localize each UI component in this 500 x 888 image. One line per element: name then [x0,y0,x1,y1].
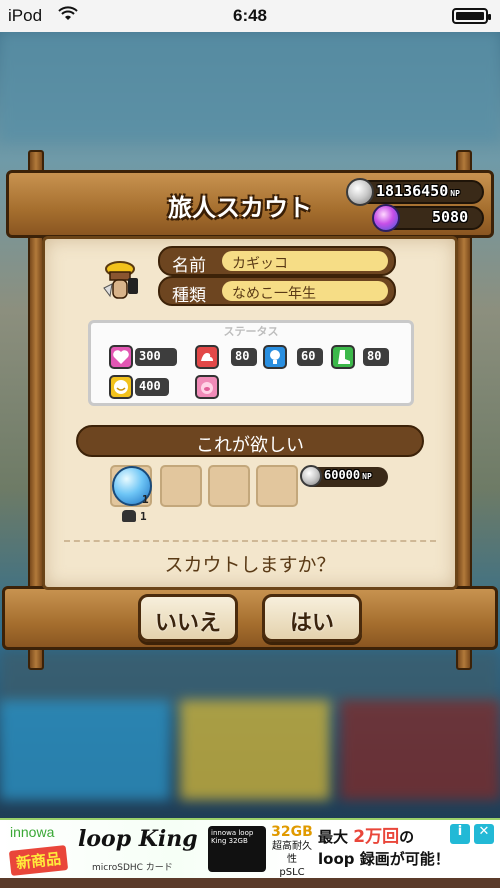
ad-product-sub: microSDHC カード [92,863,173,873]
ad-headline-2: loop 録画が可能！ [318,850,450,868]
price-coin-icon [300,465,322,487]
background-scene [0,700,170,800]
character-avatar [96,258,146,304]
clock: 6:48 [232,6,268,25]
stat-luck-value: 400 [135,378,169,396]
yes-button[interactable]: はい [262,594,362,642]
muscle-icon [195,345,219,369]
ad-product-name: loop King [78,826,198,852]
heart-icon [109,345,133,369]
gem-amount: 5080 [432,208,469,226]
wood-footer-beam [2,586,498,650]
dialog-title: 旅人スカウト [168,194,312,222]
pig-icon [195,375,219,399]
ad-spec-line2: pSLC [279,867,305,878]
sd-card-image: innowa loop King 32GB [208,826,266,872]
ad-brand: innowa [10,824,55,840]
ad-spec-line1: 超高耐久性 [272,841,312,865]
price-unit: NP [362,472,372,481]
name-label: 名前 [172,256,206,276]
ad-new-badge: 新商品 [8,845,69,876]
stat-speed-value: 80 [363,348,389,366]
type-row: 種類 なめこ一年生 [158,276,396,306]
price-amount: 60000 NP [324,468,372,482]
name-value: カギッコ [222,251,388,272]
bulb-icon [263,345,287,369]
stat-power-value: 80 [231,348,257,366]
ad-spec-size: 32GB [271,824,313,840]
owned-count: 1 [140,510,147,523]
boot-icon [331,345,355,369]
item-count: 1 [142,493,149,506]
battery-icon [452,8,491,24]
gem-icon [372,204,400,232]
coin-amount: 18136450 NP [376,182,460,200]
ad-banner[interactable]: innowa 新商品 loop King microSDHC カード innow… [0,818,500,878]
coin-value: 18136450 [376,182,449,200]
ad-info-icon[interactable]: i [450,824,470,844]
background-scene [180,700,330,800]
confirm-question: スカウトしますか？ [164,554,336,576]
status-title: ステータス [223,325,279,338]
status-bar: iPod 6:48 [0,0,500,32]
smile-icon [109,375,133,399]
ad-spec: 32GB 超高耐久性 pSLC [268,824,316,879]
ad-headline: 最大 2万回の loop 録画が可能！ [318,826,450,870]
item-slot-4[interactable] [256,465,298,507]
bottom-strip [0,878,500,888]
status-panel: ステータス 300 80 60 80 400 [88,320,414,406]
background-scene [340,700,500,800]
type-value: なめこ一年生 [222,281,388,302]
no-button[interactable]: いいえ [138,594,238,642]
stat-love-value: 300 [135,348,177,366]
ad-headline-1b: 2万回 [353,827,400,847]
type-label: 種類 [172,286,206,306]
ad-headline-1c: の [399,828,415,846]
name-row: 名前 カギッコ [158,246,396,276]
want-item-header: これが欲しい [76,425,424,457]
owned-icon [122,510,136,522]
price-value: 60000 [324,468,361,482]
coin-unit: NP [450,189,460,198]
divider [64,540,436,542]
item-slot-2[interactable] [160,465,202,507]
item-slot-3[interactable] [208,465,250,507]
ad-close-icon[interactable]: ✕ [474,824,494,844]
ad-headline-1a: 最大 [318,828,349,846]
stat-wisdom-value: 60 [297,348,323,366]
coin-icon [346,178,374,206]
background-scene [0,32,500,142]
